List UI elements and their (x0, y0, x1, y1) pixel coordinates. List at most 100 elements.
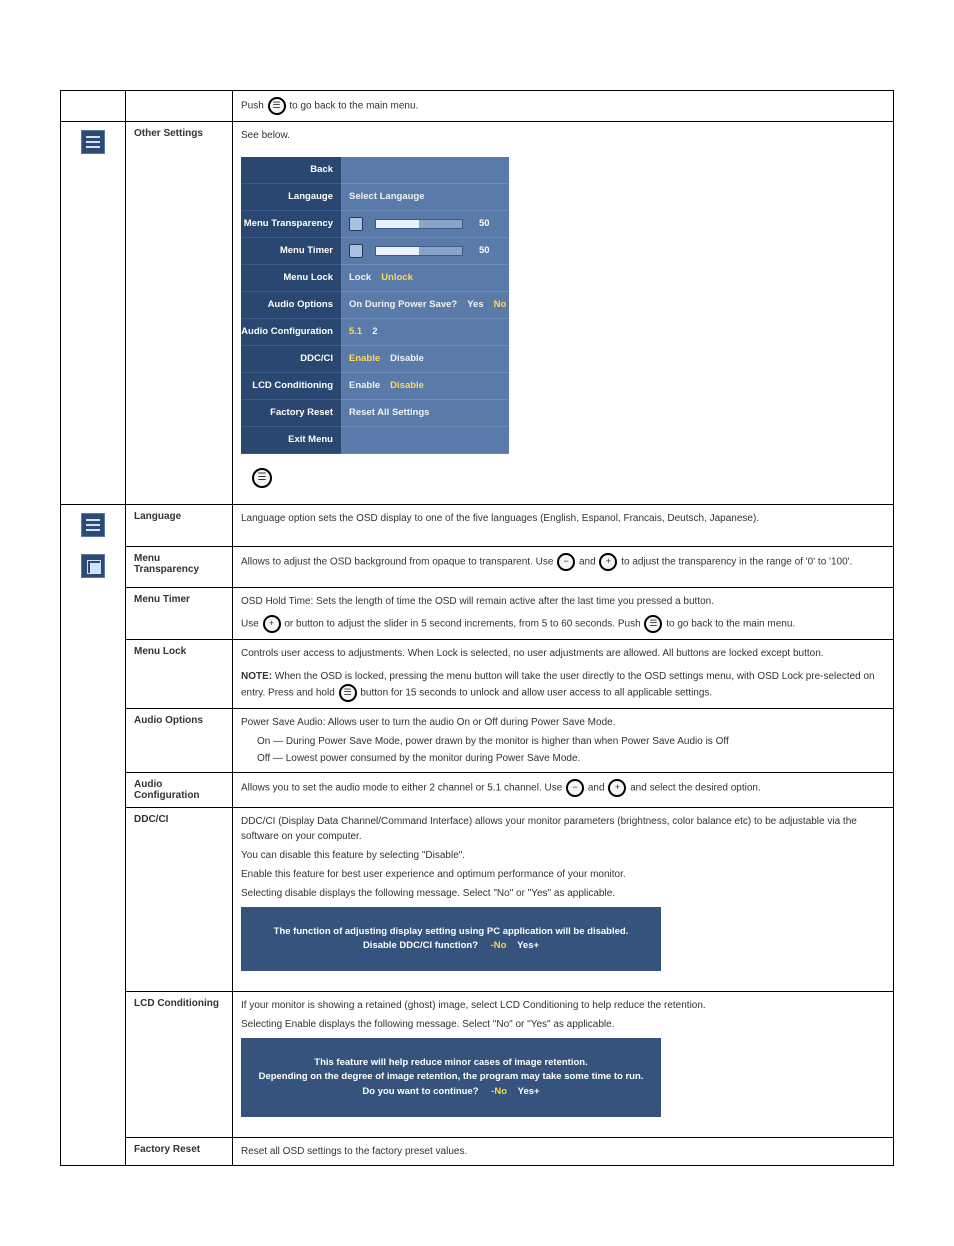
ddcci-warn-l2: Disable DDC/CI function? (363, 940, 478, 951)
ddcci-l3: Enable this feature for best user experi… (241, 867, 885, 882)
label-ddcci: DDC/CI (126, 807, 233, 992)
ddcci-l2: You can disable this feature by selectin… (241, 848, 885, 863)
mtimer-line1: OSD Hold Time: Sets the length of time t… (241, 594, 885, 609)
aopt-line1: Power Save Audio: Allows user to turn th… (241, 715, 885, 730)
back-text-pre: Push (241, 101, 267, 112)
osd-screenshot: Back Langauge Select Langauge Menu Trans… (241, 157, 509, 454)
table-row: Audio Configuration Allows you to set th… (61, 772, 894, 807)
label-menu-transparency: Menu Transparency (126, 546, 233, 587)
lcd-warn-l1: This feature will help reduce minor case… (251, 1056, 651, 1070)
lcd-warning: This feature will help reduce minor case… (241, 1038, 661, 1117)
timer-slider (375, 246, 463, 256)
label-menu-lock: Menu Lock (126, 639, 233, 708)
label-audio-config: Audio Configuration (126, 772, 233, 807)
lcd-warn-yes: Yes+ (518, 1086, 540, 1097)
mtrans-mid: and (579, 556, 598, 567)
table-row: Push ☰ to go back to the main menu. (61, 91, 894, 122)
aconf-mid: and (588, 782, 607, 793)
osd-exit: Exit Menu (241, 427, 341, 454)
osd-mlock-unlock: Unlock (381, 271, 413, 285)
table-row: Other Settings See below. Back Langauge … (61, 122, 894, 505)
table-row: Menu Timer OSD Hold Time: Sets the lengt… (61, 587, 894, 639)
lcd-warn-l3: Do you want to continue? (362, 1086, 478, 1097)
osd-language-value: Select Langauge (349, 190, 425, 204)
lcd-l1: If your monitor is showing a retained (g… (241, 998, 885, 1013)
osd-ddcci-disable: Disable (390, 352, 424, 366)
aconf-pre: Allows you to set the audio mode to eith… (241, 782, 565, 793)
back-text-post: to go back to the main menu. (289, 101, 418, 112)
table-row: Factory Reset Reset all OSD settings to … (61, 1137, 894, 1165)
osd-ddcci-label: DDC/CI (241, 346, 341, 373)
desc-factory-reset: Reset all OSD settings to the factory pr… (233, 1137, 894, 1165)
table-row: Menu Lock Controls user access to adjust… (61, 639, 894, 708)
mtimer-line2-end: to go back to the main menu. (666, 618, 795, 629)
plus-icon: + (599, 553, 617, 571)
settings-table: Push ☰ to go back to the main menu. Othe… (60, 90, 894, 1166)
osd-language-label: Langauge (241, 184, 341, 211)
transparency-slider (375, 219, 463, 229)
osd-back: Back (241, 157, 341, 184)
table-row: Audio Options Power Save Audio: Allows u… (61, 708, 894, 772)
menu-icon: ☰ (268, 97, 286, 115)
language-icon (81, 513, 105, 537)
osd-lcd-label: LCD Conditioning (241, 373, 341, 400)
lcd-warn-l2: Depending on the degree of image retenti… (251, 1070, 651, 1084)
menu-transparency-icon (81, 554, 105, 578)
aconf-post: and select the desired option. (630, 782, 761, 793)
plus-icon: + (263, 615, 281, 633)
table-row: DDC/CI DDC/CI (Display Data Channel/Comm… (61, 807, 894, 992)
lcd-warn-no: -No (491, 1086, 507, 1097)
mtimer-line2-pre: Use (241, 618, 262, 629)
ddcci-warn-l1: The function of adjusting display settin… (251, 925, 651, 939)
osd-mlock-lock: Lock (349, 271, 371, 285)
osd-mtrans-label: Menu Transparency (241, 211, 341, 238)
table-row: Language Language option sets the OSD di… (61, 505, 894, 547)
desc-language: Language option sets the OSD display to … (233, 505, 894, 547)
other-settings-icon (81, 130, 105, 154)
osd-audioopt-yes: Yes (467, 298, 483, 312)
transparency-icon (349, 217, 363, 231)
aopt-b2: Off — Lowest power consumed by the monit… (257, 751, 885, 766)
label-factory-reset: Factory Reset (126, 1137, 233, 1165)
osd-mtimer-value: 50 (479, 244, 490, 258)
label-other-settings: Other Settings (126, 122, 233, 505)
aopt-b1: On — During Power Save Mode, power drawn… (257, 734, 885, 749)
mtimer-line2-post: or button to adjust the slider in 5 seco… (284, 618, 643, 629)
ddcci-l1: DDC/CI (Display Data Channel/Command Int… (241, 814, 885, 844)
osd-freset-label: Factory Reset (241, 400, 341, 427)
label-lcd: LCD Conditioning (126, 992, 233, 1138)
minus-icon: − (566, 779, 584, 797)
mtrans-pre: Allows to adjust the OSD background from… (241, 556, 556, 567)
osd-lcd-enable: Enable (349, 379, 380, 393)
osd-audioopt-label: Audio Options (241, 292, 341, 319)
ddcci-warning: The function of adjusting display settin… (241, 907, 661, 972)
mtrans-post: to adjust the transparency in the range … (621, 556, 852, 567)
label-language: Language (126, 505, 233, 547)
osd-mtimer-label: Menu Timer (241, 238, 341, 265)
label-audio-options: Audio Options (126, 708, 233, 772)
menu-icon: ☰ (339, 684, 357, 702)
mlock-line1: Controls user access to adjustments. Whe… (241, 646, 885, 661)
table-row: LCD Conditioning If your monitor is show… (61, 992, 894, 1138)
mlock-note-label: NOTE: (241, 671, 272, 682)
label-menu-timer: Menu Timer (126, 587, 233, 639)
osd-audioconf-o1: 5.1 (349, 325, 362, 339)
timer-icon (349, 244, 363, 258)
osd-mlock-label: Menu Lock (241, 265, 341, 292)
plus-icon: + (608, 779, 626, 797)
ddcci-warn-no: -No (491, 940, 507, 951)
menu-icon: ☰ (644, 615, 662, 633)
ddcci-l4: Selecting disable displays the following… (241, 886, 885, 901)
osd-freset-value: Reset All Settings (349, 406, 429, 420)
other-settings-desc: See below. (241, 128, 885, 143)
osd-audioopt-no: No (494, 298, 507, 312)
osd-audioconf-o2: 2 (372, 325, 377, 339)
lcd-l2: Selecting Enable displays the following … (241, 1017, 885, 1032)
osd-audioopt-q: On During Power Save? (349, 298, 457, 312)
osd-lcd-disable: Disable (390, 379, 424, 393)
menu-icon: ☰ (252, 468, 272, 488)
table-row: Menu Transparency Allows to adjust the O… (61, 546, 894, 587)
osd-ddcci-enable: Enable (349, 352, 380, 366)
minus-icon: − (557, 553, 575, 571)
mlock-note-post: button for 15 seconds to unlock and allo… (360, 687, 712, 698)
